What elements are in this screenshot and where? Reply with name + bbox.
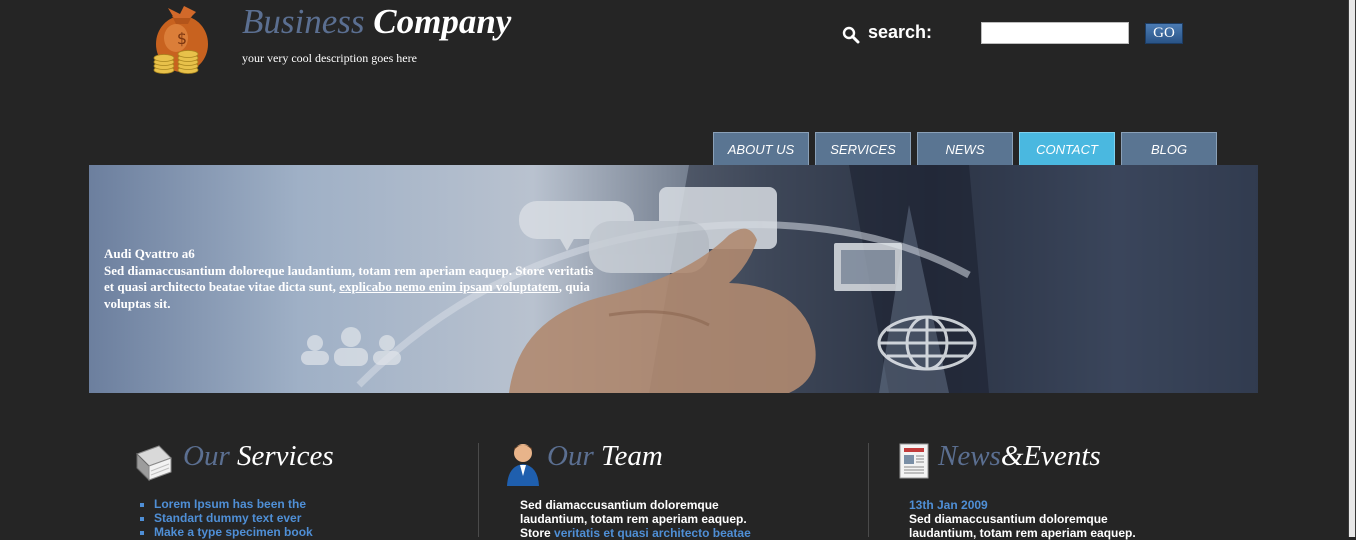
scrollbar-thumb[interactable]	[1349, 0, 1355, 537]
nav-item-services[interactable]: SERVICES	[815, 132, 911, 165]
services-list-item[interactable]: Standart dummy text ever	[154, 511, 313, 525]
services-heading-part2: Services	[236, 440, 334, 472]
news-text-line: laudantium, totam rem aperiam eaquep.	[909, 526, 1136, 540]
team-heading-part1: Our	[547, 440, 594, 472]
site-title-part1: Business	[242, 2, 365, 41]
nav-item-blog[interactable]: BLOG	[1121, 132, 1217, 165]
search-input[interactable]	[981, 22, 1129, 44]
search-label: search:	[868, 22, 933, 42]
banner-caption: Audi Qvattro a6 Sed diamaccusantium dolo…	[104, 246, 604, 312]
site-title-part2: Company	[373, 2, 512, 41]
news-heading-part1: News	[938, 440, 1001, 472]
banner-link[interactable]: explicabo nemo enim ipsam voluptatem	[339, 279, 559, 294]
nav-item-about-us[interactable]: ABOUT US	[713, 132, 809, 165]
news-heading: News&Events	[938, 440, 1101, 473]
news-heading-part2: &Events	[1000, 440, 1101, 472]
team-text: Sed diamaccusantium doloremque laudantiu…	[520, 498, 780, 540]
team-text-line: laudantium, totam rem aperiam eaquep.	[520, 512, 747, 526]
hero-banner: Audi Qvattro a6 Sed diamaccusantium dolo…	[89, 165, 1258, 393]
nav-item-contact[interactable]: CONTACT	[1019, 132, 1115, 165]
news-date[interactable]: 13th Jan 2009	[909, 498, 988, 512]
person-icon	[506, 442, 540, 491]
news-text-line: Sed diamaccusantium doloremque	[909, 512, 1108, 526]
nav-item-news[interactable]: NEWS	[917, 132, 1013, 165]
news-text: Sed diamaccusantium doloremque laudantiu…	[909, 512, 1169, 540]
search-icon	[842, 26, 860, 44]
newspaper-icon	[898, 442, 930, 485]
team-text-link[interactable]: veritatis et quasi architecto beatae	[554, 526, 751, 540]
services-list: Lorem Ipsum has been the Standart dummy …	[138, 497, 313, 539]
column-divider	[868, 443, 869, 537]
team-heading-part2: Team	[600, 440, 663, 472]
services-heading-part1: Our	[183, 440, 230, 472]
column-divider	[478, 443, 479, 537]
book-icon	[133, 442, 173, 489]
main-nav: ABOUT US SERVICES NEWS CONTACT BLOG	[713, 132, 1217, 165]
team-heading: Our Team	[547, 440, 663, 473]
site-description: your very cool description goes here	[242, 51, 417, 65]
services-heading: Our Services	[183, 440, 334, 473]
team-text-line: Sed diamaccusantium doloremque	[520, 498, 719, 512]
site-title[interactable]: Business Company	[242, 2, 511, 42]
money-bag-icon[interactable]: $	[150, 2, 216, 76]
scrollbar[interactable]	[1348, 0, 1356, 537]
go-button[interactable]: GO	[1145, 23, 1183, 44]
banner-title: Audi Qvattro a6	[104, 246, 195, 261]
svg-text:$: $	[177, 29, 187, 48]
services-list-item[interactable]: Lorem Ipsum has been the	[154, 497, 313, 511]
team-text-line: Store	[520, 526, 551, 540]
